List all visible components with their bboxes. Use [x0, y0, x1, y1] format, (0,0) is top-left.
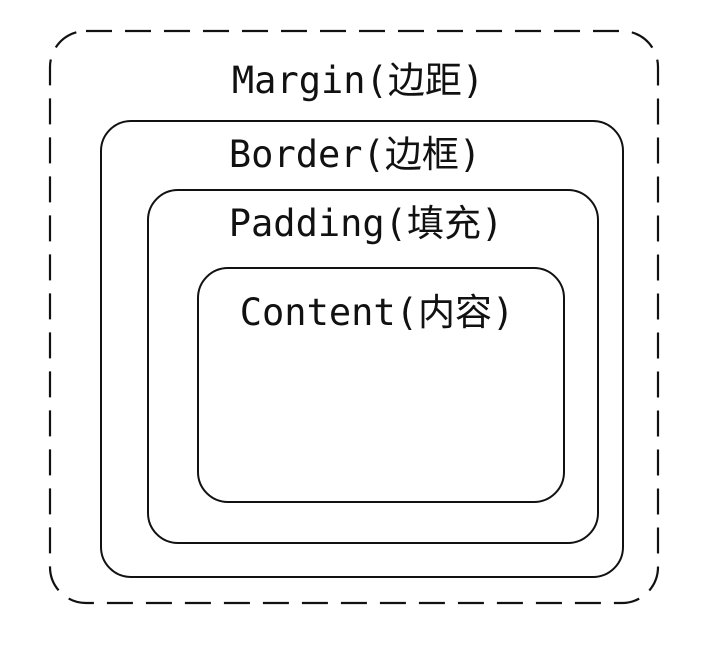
margin-label: Margin(边距) — [232, 59, 484, 102]
box-model-diagram: Margin(边距) Border(边框) Padding(填充) Conten… — [48, 29, 660, 605]
border-label: Border(边框) — [229, 133, 481, 176]
content-label: Content(内容) — [240, 291, 514, 334]
padding-label: Padding(填充) — [229, 202, 503, 245]
